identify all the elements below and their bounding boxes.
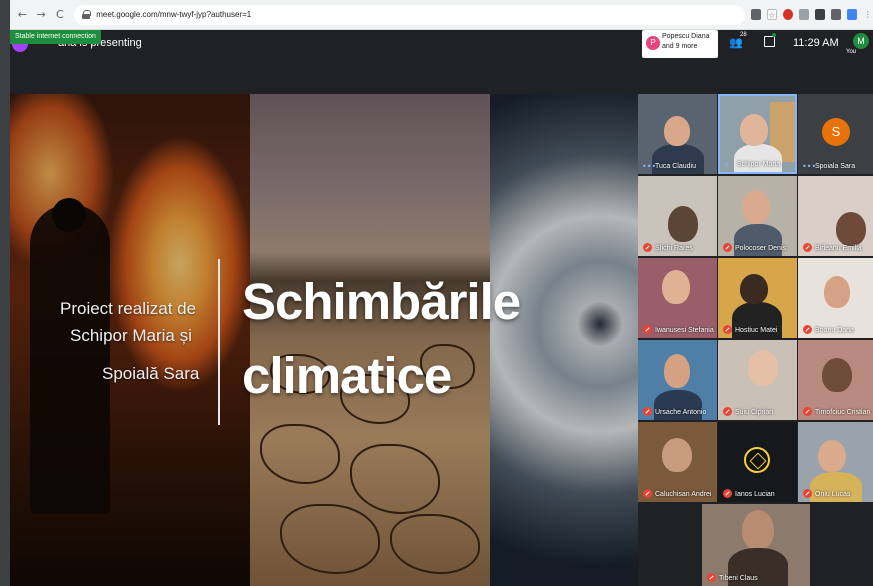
avatar-face [818,440,846,472]
mic-off-icon [707,573,716,582]
url-text[interactable]: meet.google.com/mnw-twyf-jyp?authuser=1 [96,10,251,19]
self-label: You [846,49,857,55]
participant-name: Hostiuc Matei [735,327,778,334]
avatar-face [668,206,698,242]
avatar-face [664,354,690,388]
credit-line-3: Spoială Sara [102,364,200,383]
chat-notification-dot [772,33,776,37]
puzzle-icon[interactable] [830,9,841,20]
slide-title-line-2: climatice [242,347,452,404]
mic-off-icon [803,489,812,498]
people-count: 28 [740,32,747,38]
reload-icon[interactable]: C [54,8,67,22]
participant-name: Schipor Maria [737,161,781,168]
mic-off-icon [643,407,652,416]
screen: ← → C meet.google.com/mnw-twyf-jyp?authu… [0,0,873,586]
clock: 11:29 AM [793,37,839,49]
participant-tile[interactable]: ••• Tuca Claudiu [638,94,717,174]
participant-tile[interactable]: Sfichi Rares [638,176,717,256]
menu-icon[interactable]: ⋮ [863,9,873,20]
participant-tile[interactable]: Suiu Ciprian [718,340,797,420]
participant-tile[interactable]: Ursache Antonio [638,340,717,420]
participant-tile[interactable]: Tibeni Claus [702,504,810,586]
participant-tile[interactable]: Hostiuc Matei [718,258,797,338]
participant-tile[interactable]: ıı Schipor Maria [718,94,797,174]
avatar-face [662,270,690,304]
camera-icon[interactable] [750,9,761,20]
participant-tile[interactable]: Birleanu Emilia [798,176,873,256]
back-icon[interactable]: ← [16,8,29,22]
participant-name: Birleanu Emilia [815,245,862,252]
record-icon[interactable] [814,9,825,20]
participant-name: Ursache Antonio [655,409,707,416]
profile-icon[interactable] [846,9,857,20]
participant-name: Polocoser Denis [735,245,786,252]
speaking-icon: ıı [724,160,729,169]
avatar-face [740,114,768,146]
chip-avatar: P [646,36,660,50]
mic-off-icon [643,243,652,252]
team-logo [744,447,770,473]
mic-off-icon [723,407,732,416]
lock-icon [82,10,92,19]
mic-off-icon [803,325,812,334]
chip-label: Popescu Diana and 9 more [662,33,710,50]
avatar-face [824,276,850,308]
chat-icon[interactable] [764,36,775,47]
window-border [0,0,10,586]
participant-name: Ianos Lucian [735,491,775,498]
avatar-face [748,350,778,386]
participant-name: Tuca Claudiu [655,163,696,170]
participant-name: Iwanusesi Stefania [655,327,714,334]
participant-name: Suiu Ciprian [735,409,774,416]
mic-off-icon [723,489,732,498]
address-bar[interactable]: meet.google.com/mnw-twyf-jyp?authuser=1 [74,4,745,25]
avatar-face [742,190,770,224]
participant-tile[interactable]: Ianos Lucian [718,422,797,502]
participant-tile[interactable]: Oniu Lucas [798,422,873,502]
avatar-face [822,358,852,392]
star-icon[interactable]: ☆ [766,9,777,20]
presentation-slide: Proiect realizat de Schipor Maria și Spo… [10,94,638,586]
participant-tile[interactable]: Polocoser Denis [718,176,797,256]
participant-tile[interactable]: Timofciuc Cristian [798,340,873,420]
browser-toolbar: ← → C meet.google.com/mnw-twyf-jyp?authu… [10,0,873,30]
mic-off-icon [643,325,652,334]
forward-icon[interactable]: → [35,8,48,22]
avatar-face [740,274,768,304]
avatar-face [836,212,866,246]
participant-name: Tibeni Claus [719,575,758,582]
participant-tile[interactable]: Caluchisan Andrei [638,422,717,502]
participant-name: Spoiala Sara [815,163,856,170]
mic-off-icon [723,325,732,334]
connection-status-badge: Stable internet connection [10,30,101,44]
self-avatar[interactable]: M [853,33,869,49]
participant-name: Caluchisan Andrei [655,491,712,498]
avatar-face [664,116,690,146]
opera-icon[interactable] [782,9,793,20]
participant-name: Oniu Lucas [815,491,851,498]
participant-tile[interactable]: Boanu Dana [798,258,873,338]
mic-off-icon [803,407,812,416]
avatar-face [742,510,774,550]
participant-tile[interactable]: S ••• Spoiala Sara [798,94,873,174]
participant-name: Boanu Dana [815,327,854,334]
extension-icon[interactable] [798,9,809,20]
credit-line-2: Schipor Maria și [70,326,192,345]
participant-name: Timofciuc Cristian [815,409,871,416]
mic-off-icon [803,243,812,252]
participant-name: Sfichi Rares [655,245,693,252]
mic-off-icon [723,243,732,252]
participant-grid: ••• Tuca Claudiu ıı Schipor Maria S ••• … [638,94,873,586]
mic-off-icon [643,489,652,498]
participant-tile[interactable]: Iwanusesi Stefania [638,258,717,338]
slide-title-line-1: Schimbările [242,273,521,330]
avatar-body [734,144,782,172]
slide-divider [218,259,220,425]
participant-initial-avatar: S [822,118,850,146]
credit-line-1: Proiect realizat de [60,299,197,318]
avatar-face [662,438,692,472]
